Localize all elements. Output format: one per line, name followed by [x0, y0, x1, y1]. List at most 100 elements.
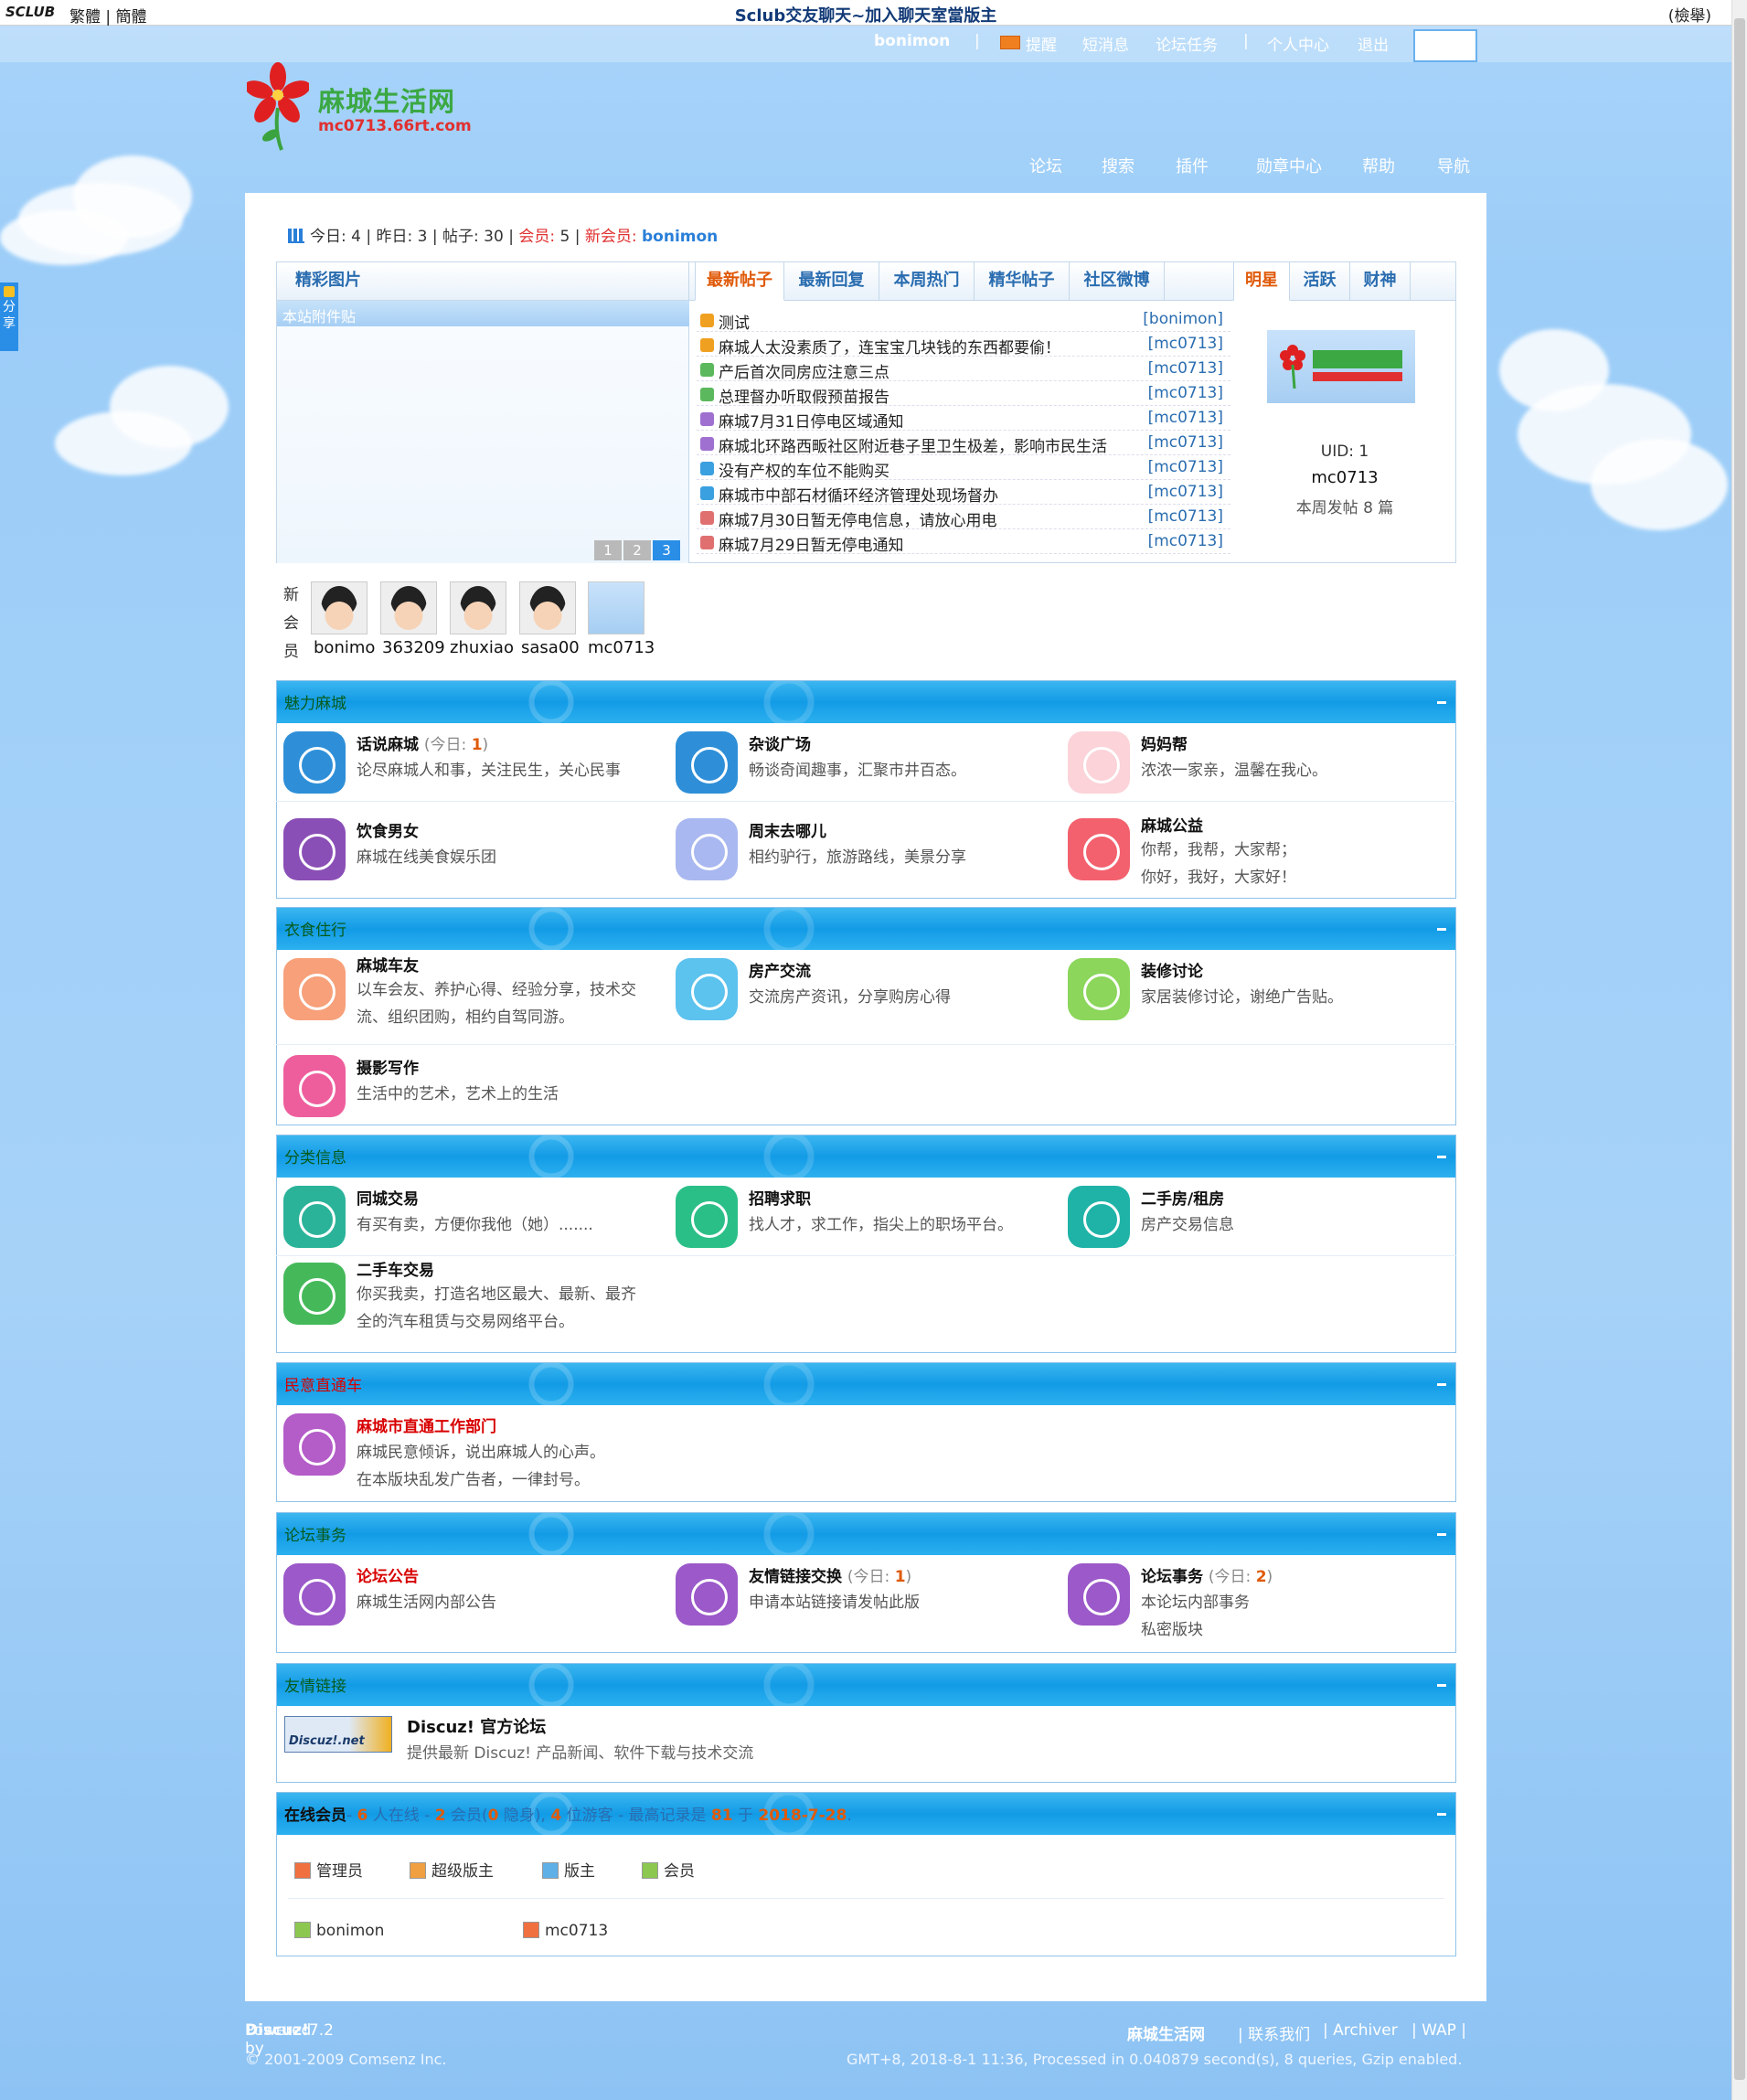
tab-latest-posts[interactable]: 最新帖子	[695, 262, 784, 301]
collapse-icon[interactable]	[1437, 1156, 1446, 1158]
post-title[interactable]: 总理督办听取假预苗报告	[719, 384, 889, 407]
member-avatar[interactable]	[311, 581, 368, 634]
link-name[interactable]: Discuz! 官方论坛	[407, 1714, 546, 1738]
forum-icon[interactable]	[676, 731, 738, 794]
post-author[interactable]: [mc0713]	[1148, 384, 1223, 402]
post-title[interactable]: 麻城7月31日停电区域通知	[719, 409, 903, 432]
forum-name[interactable]: 摄影写作	[357, 1055, 419, 1078]
forum-name[interactable]: 妈妈帮	[1141, 731, 1188, 754]
post-row[interactable]: 麻城市中部石材循环经济管理处现场督办 [mc0713]	[697, 481, 1230, 506]
post-row[interactable]: 麻城7月30日暂无停电信息，请放心用电 [mc0713]	[697, 506, 1230, 530]
forum-icon[interactable]	[676, 1563, 738, 1626]
category-title[interactable]: 论坛事务	[284, 1522, 346, 1545]
report-link[interactable]: (檢舉)	[1668, 3, 1711, 26]
collapse-icon[interactable]	[1437, 1533, 1446, 1536]
post-row[interactable]: 麻城北环路西畈社区附近巷子里卫生极差，影响市民生活 [mc0713]	[697, 432, 1230, 456]
post-title[interactable]: 麻城7月29日暂无停电通知	[719, 532, 903, 555]
post-title[interactable]: 麻城人太没素质了，连宝宝几块钱的东西都要偷！	[719, 335, 1060, 357]
forum-icon[interactable]	[283, 818, 346, 880]
category-title[interactable]: 魅力麻城	[284, 690, 346, 713]
post-author[interactable]: [bonimon]	[1143, 310, 1223, 328]
avatar[interactable]	[1413, 29, 1477, 62]
forum-name[interactable]: 麻城公益	[1141, 813, 1203, 836]
forum-name[interactable]: 杂谈广场	[749, 731, 811, 754]
forum-name[interactable]: 话说麻城 (今日: 1)	[357, 731, 488, 754]
tab-pictures[interactable]: 精彩图片	[277, 262, 689, 301]
user-center-link[interactable]: 个人中心	[1267, 32, 1329, 55]
marquee-text[interactable]: Sclub交友聊天~加入聊天室當版主	[0, 3, 1731, 27]
newmember-link[interactable]: bonimon	[642, 228, 718, 246]
forum-icon[interactable]	[1068, 958, 1130, 1020]
footer-archiver-link[interactable]: | Archiver	[1323, 2021, 1398, 2040]
member-avatar[interactable]	[588, 581, 644, 634]
post-author[interactable]: [mc0713]	[1148, 507, 1223, 526]
sms-link[interactable]: 短消息	[1082, 32, 1129, 55]
forum-icon[interactable]	[283, 958, 346, 1020]
scrollbar-thumb[interactable]	[1734, 18, 1745, 2080]
post-row[interactable]: 产后首次同房应注意三点 [mc0713]	[697, 357, 1230, 382]
post-title[interactable]: 麻城市中部石材循环经济管理处现场督办	[719, 483, 998, 506]
forum-name[interactable]: 周末去哪儿	[749, 818, 826, 841]
pictures-bar[interactable]: 本站附件贴	[277, 301, 689, 326]
post-title[interactable]: 麻城北环路西畈社区附近巷子里卫生极差，影响市民生活	[719, 433, 1107, 456]
post-author[interactable]: [mc0713]	[1148, 483, 1223, 501]
forum-name[interactable]: 饮食男女	[357, 818, 419, 841]
forum-name[interactable]: 装修讨论	[1141, 958, 1203, 981]
nav-medals[interactable]: 勋章中心	[1256, 154, 1322, 177]
forum-icon[interactable]	[283, 1186, 346, 1248]
tab-latest-replies[interactable]: 最新回复	[784, 262, 879, 301]
forum-name[interactable]: 二手车交易	[357, 1257, 434, 1280]
task-link[interactable]: 论坛任务	[1156, 32, 1218, 55]
collapse-icon[interactable]	[1437, 1383, 1446, 1386]
logout-link[interactable]: 退出	[1358, 32, 1389, 55]
member-name[interactable]: zhuxiao	[450, 638, 514, 657]
member-name[interactable]: mc0713	[588, 638, 655, 657]
discuz-logo[interactable]: Discuz!.net	[284, 1716, 392, 1753]
scrollbar[interactable]	[1731, 0, 1747, 2100]
remind-link[interactable]: 提醒	[1026, 32, 1057, 55]
star-avatar[interactable]	[1267, 330, 1415, 403]
online-user[interactable]: bonimon	[294, 1922, 384, 1940]
collapse-icon[interactable]	[1437, 1684, 1446, 1687]
footer-wap-link[interactable]: | WAP |	[1411, 2021, 1466, 2040]
category-title[interactable]: 民意直通车	[284, 1372, 362, 1395]
collapse-icon[interactable]	[1437, 701, 1446, 704]
forum-icon[interactable]	[676, 1186, 738, 1248]
post-author[interactable]: [mc0713]	[1148, 532, 1223, 550]
forum-icon[interactable]	[283, 731, 346, 794]
post-row[interactable]: 总理督办听取假预苗报告 [mc0713]	[697, 382, 1230, 407]
post-row[interactable]: 测试 [bonimon]	[697, 308, 1230, 333]
category-title[interactable]: 分类信息	[284, 1145, 346, 1167]
post-title[interactable]: 测试	[719, 310, 750, 333]
nav-plugins[interactable]: 插件	[1176, 154, 1209, 177]
post-title[interactable]: 产后首次同房应注意三点	[719, 359, 889, 382]
nav-forum[interactable]: 论坛	[1029, 154, 1062, 177]
footer-contact-link[interactable]: | 联系我们	[1238, 2021, 1310, 2044]
nav-navigation[interactable]: 导航	[1437, 154, 1470, 177]
online-user[interactable]: mc0713	[523, 1922, 608, 1940]
share-button[interactable]: 分享	[0, 282, 18, 351]
category-title[interactable]: 衣食住行	[284, 917, 346, 940]
tab-weekly-hot[interactable]: 本周热门	[879, 262, 975, 301]
tab-active[interactable]: 活跃	[1290, 262, 1350, 301]
tab-weibo[interactable]: 社区微博	[1070, 262, 1165, 301]
member-name[interactable]: bonimo	[314, 638, 375, 657]
nav-search[interactable]: 搜索	[1102, 154, 1134, 177]
tab-star[interactable]: 明星	[1233, 262, 1290, 301]
nav-help[interactable]: 帮助	[1362, 154, 1395, 177]
post-author[interactable]: [mc0713]	[1148, 359, 1223, 378]
forum-name[interactable]: 房产交流	[749, 958, 811, 981]
forum-name[interactable]: 论坛公告	[357, 1563, 419, 1586]
forum-icon[interactable]	[1068, 1563, 1130, 1626]
collapse-icon[interactable]	[1437, 1813, 1446, 1816]
forum-name[interactable]: 论坛事务 (今日: 2)	[1141, 1563, 1273, 1586]
tab-wealth[interactable]: 财神	[1350, 262, 1411, 301]
post-author[interactable]: [mc0713]	[1148, 458, 1223, 476]
page-3[interactable]: 3	[653, 540, 680, 560]
forum-icon[interactable]	[283, 1263, 346, 1325]
post-author[interactable]: [mc0713]	[1148, 409, 1223, 427]
username-link[interactable]: bonimon	[874, 32, 950, 50]
forum-icon[interactable]	[676, 818, 738, 880]
member-name[interactable]: 363209	[382, 638, 445, 657]
member-name[interactable]: sasa00	[521, 638, 580, 657]
